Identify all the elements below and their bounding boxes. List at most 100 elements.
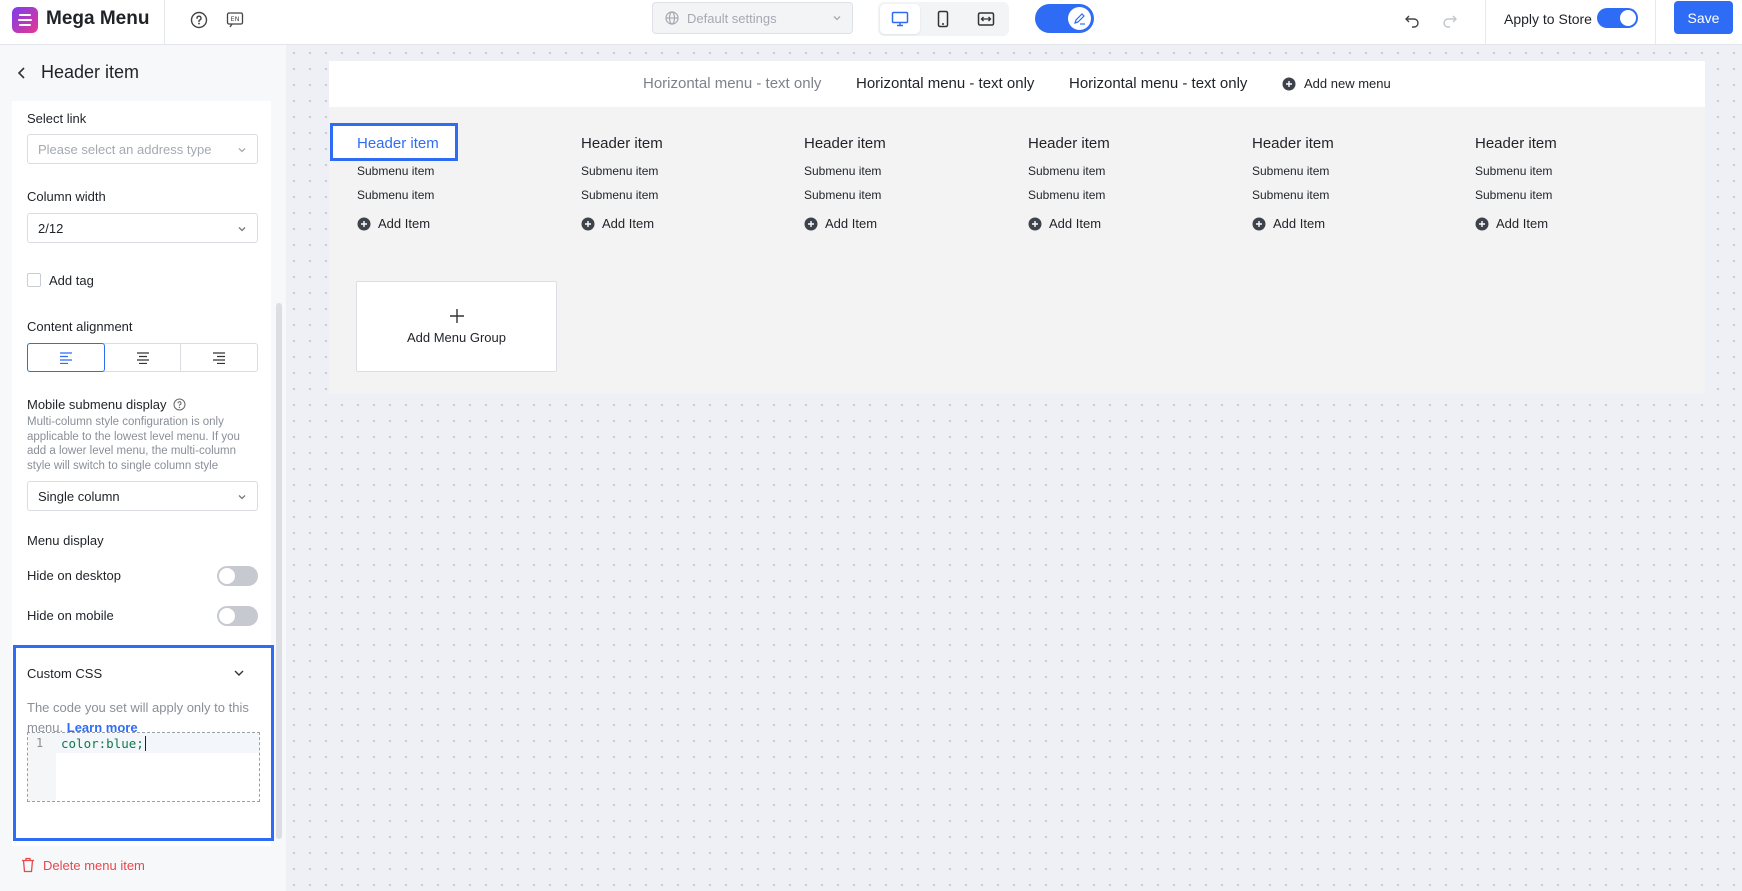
menu-display-label: Menu display (27, 533, 104, 548)
header-item[interactable]: Header item (1475, 135, 1557, 152)
submenu-item[interactable]: Submenu item (1475, 188, 1552, 202)
add-tag-checkbox[interactable] (27, 273, 41, 287)
mobile-submenu-help: Multi-column style configuration is only… (27, 416, 240, 472)
submenu-item[interactable]: Submenu item (1475, 164, 1552, 178)
header-item[interactable]: Header item (581, 135, 663, 152)
add-item-label: Add Item (378, 216, 431, 231)
add-item-button[interactable]: Add Item (357, 216, 430, 231)
mobile-icon (937, 10, 949, 28)
submenu-item[interactable]: Submenu item (1028, 188, 1105, 202)
hide-mobile-label: Hide on mobile (27, 608, 114, 623)
header-item[interactable]: Header item (1252, 135, 1334, 152)
globe-icon (665, 11, 679, 25)
delete-menu-item-button[interactable]: Delete menu item (21, 857, 145, 873)
sidebar-scrollbar[interactable] (276, 303, 282, 839)
add-menu-group-button[interactable]: Add Menu Group (356, 281, 557, 372)
select-link-dropdown[interactable]: Please select an address type (27, 134, 258, 164)
add-item-button[interactable]: Add Item (1028, 216, 1101, 231)
divider (1485, 0, 1486, 44)
add-item-label: Add Item (602, 216, 655, 231)
submenu-item[interactable]: Submenu item (581, 188, 658, 202)
add-menu-group-label: Add Menu Group (406, 330, 506, 345)
apply-to-store-toggle[interactable] (1597, 8, 1638, 28)
align-center-button[interactable] (105, 344, 182, 371)
add-item-button[interactable]: Add Item (1252, 216, 1325, 231)
help-icon[interactable] (173, 398, 186, 411)
submenu-item[interactable]: Submenu item (1252, 164, 1329, 178)
hide-mobile-toggle[interactable] (217, 606, 258, 626)
add-item-label: Add Item (1049, 216, 1102, 231)
alignment-group (27, 343, 258, 372)
trash-icon (22, 857, 34, 873)
add-new-menu-label: Add new menu (1304, 76, 1391, 91)
add-item-button[interactable]: Add Item (804, 216, 877, 231)
submenu-item[interactable]: Submenu item (804, 188, 881, 202)
column-width-value: 2/12 (38, 220, 64, 236)
divider (1655, 0, 1656, 44)
line-number: 1 (36, 736, 44, 750)
header-item[interactable]: Header item (1028, 135, 1110, 152)
header-item[interactable]: Header item (357, 135, 439, 152)
submenu-item[interactable]: Submenu item (1028, 164, 1105, 178)
plus-icon (449, 309, 464, 323)
fullwidth-view-button[interactable] (966, 4, 1006, 34)
column-width-select[interactable]: 2/12 (27, 213, 258, 243)
content-alignment-label: Content alignment (27, 319, 133, 334)
tab-menu-3[interactable]: Horizontal menu - text only (1069, 75, 1247, 92)
mobile-submenu-select[interactable]: Single column (27, 481, 258, 511)
settings-sidebar: Header item Select link Please select an… (0, 45, 286, 891)
align-left-icon (59, 351, 72, 364)
divider (164, 0, 165, 44)
add-item-button[interactable]: Add Item (581, 216, 654, 231)
align-left-button[interactable] (27, 343, 105, 372)
submenu-item[interactable]: Submenu item (357, 188, 434, 202)
css-code-text: color:blue; (61, 736, 146, 751)
submenu-item[interactable]: Submenu item (804, 164, 881, 178)
top-bar: Mega Menu EN Default settings Apply to S… (0, 0, 1742, 45)
undo-icon[interactable] (1402, 10, 1422, 30)
edit-mode-toggle[interactable] (1035, 4, 1094, 33)
custom-css-section: Custom CSS The code you set will apply o… (13, 645, 274, 841)
add-item-label: Add Item (1496, 216, 1549, 231)
align-right-icon (213, 351, 226, 364)
language-icon[interactable]: EN (225, 10, 245, 30)
hide-desktop-toggle[interactable] (217, 566, 258, 586)
submenu-item[interactable]: Submenu item (581, 164, 658, 178)
mobile-submenu-label: Mobile submenu display (27, 397, 186, 412)
hide-desktop-label: Hide on desktop (27, 568, 121, 583)
plus-circle-icon (357, 217, 371, 230)
header-item[interactable]: Header item (804, 135, 886, 152)
select-link-label: Select link (27, 111, 87, 126)
help-icon[interactable] (189, 10, 209, 30)
chevron-down-icon (238, 227, 246, 232)
plus-circle-icon (804, 217, 818, 230)
tab-menu-2[interactable]: Horizontal menu - text only (856, 75, 1034, 92)
submenu-item[interactable]: Submenu item (1252, 188, 1329, 202)
submenu-item[interactable]: Submenu item (357, 164, 434, 178)
column-width-label: Column width (27, 189, 106, 204)
back-arrow-icon[interactable] (14, 65, 30, 81)
save-button[interactable]: Save (1674, 1, 1733, 34)
tab-menu-1[interactable]: Horizontal menu - text only (643, 75, 821, 92)
align-right-button[interactable] (181, 344, 257, 371)
css-code-editor[interactable]: 1 color:blue; (27, 732, 260, 802)
chevron-down-icon[interactable] (233, 667, 245, 679)
align-center-icon (136, 351, 149, 364)
add-item-button[interactable]: Add Item (1475, 216, 1548, 231)
default-settings-select[interactable]: Default settings (652, 2, 853, 34)
fit-width-icon (977, 12, 995, 26)
desktop-icon (891, 11, 909, 27)
redo-icon[interactable] (1440, 10, 1460, 30)
custom-css-title: Custom CSS (27, 666, 103, 681)
add-new-menu-button[interactable]: Add new menu (1282, 76, 1391, 91)
app-logo-icon (12, 7, 38, 33)
mobile-submenu-value: Single column (38, 488, 120, 504)
plus-circle-icon (1475, 217, 1489, 230)
add-item-label: Add Item (825, 216, 878, 231)
edit-icon (1068, 7, 1091, 30)
plus-circle-icon (1252, 217, 1266, 230)
plus-circle-icon (1282, 77, 1296, 90)
chevron-down-icon (238, 495, 246, 500)
desktop-view-button[interactable] (880, 4, 920, 34)
mobile-view-button[interactable] (923, 4, 963, 34)
